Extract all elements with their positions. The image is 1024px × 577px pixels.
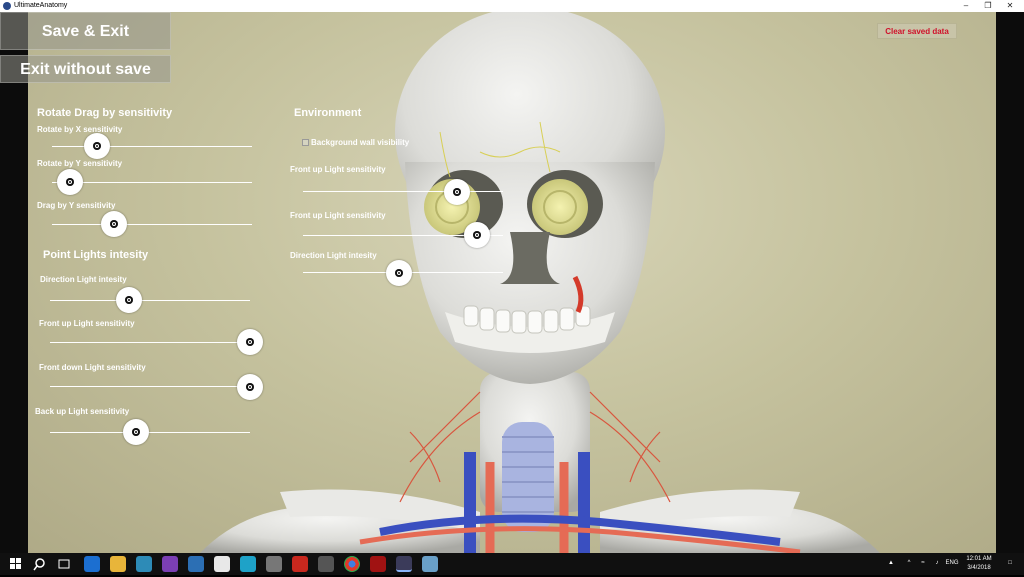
network-icon[interactable]: ▲: [886, 560, 896, 566]
drag-y-label: Drag by Y sensitivity: [37, 201, 116, 210]
mail-icon[interactable]: [318, 556, 334, 572]
pl-front-down-label: Front down Light sensitivity: [39, 363, 146, 372]
exit-without-save-button[interactable]: Exit without save: [0, 55, 171, 83]
save-exit-button[interactable]: Save & Exit: [0, 12, 171, 50]
pl-front-up-track[interactable]: [50, 342, 250, 343]
pl-back-up-slider-knob[interactable]: [123, 419, 149, 445]
tray-chevron-icon[interactable]: ^: [904, 560, 914, 566]
skull-model: [200, 12, 880, 553]
app-icon-5[interactable]: [266, 556, 282, 572]
env-front-up-2-slider-knob[interactable]: [464, 222, 490, 248]
3d-viewport[interactable]: Save & Exit Exit without save Clear save…: [0, 12, 1024, 553]
pl-direction-label: Direction Light intesity: [40, 275, 127, 284]
rotate-y-slider-knob[interactable]: [57, 169, 83, 195]
window-title: UltimateAnatomy: [14, 2, 68, 9]
clock-time[interactable]: 12:01 AM: [962, 556, 996, 562]
background-wall-label: Background wall visibility: [311, 138, 410, 147]
app-icon-6[interactable]: [422, 556, 438, 572]
env-direction-label: Direction Light intesity: [290, 251, 377, 260]
app-icon-3[interactable]: [214, 556, 230, 572]
search-icon[interactable]: [32, 556, 48, 572]
pl-front-up-label: Front up Light sensitivity: [39, 319, 135, 328]
app-icon-1[interactable]: [136, 556, 152, 572]
title-bar: UltimateAnatomy – ❐ ✕: [0, 0, 1024, 12]
wifi-icon[interactable]: ≈: [918, 560, 928, 566]
notifications-icon[interactable]: □: [1004, 560, 1016, 566]
visual-studio-icon[interactable]: [162, 556, 178, 572]
env-direction-slider-knob[interactable]: [386, 260, 412, 286]
pl-front-down-slider-knob[interactable]: [237, 374, 263, 400]
restore-icon[interactable]: ❐: [977, 0, 999, 12]
rotate-x-track[interactable]: [52, 146, 252, 147]
point-lights-heading: Point Lights intesity: [43, 249, 149, 261]
task-view-icon[interactable]: [56, 556, 72, 572]
app-icon-2[interactable]: [188, 556, 204, 572]
chrome-icon[interactable]: [344, 556, 360, 572]
taskbar: ▲ ^ ≈ ♪ ENG 12:01 AM 3/4/2018 □: [0, 553, 1024, 575]
pl-back-up-label: Back up Light sensitivity: [35, 407, 130, 416]
drag-y-slider-knob[interactable]: [101, 211, 127, 237]
env-front-up-1-track[interactable]: [303, 191, 503, 192]
pl-front-down-track[interactable]: [50, 386, 250, 387]
close-icon[interactable]: ✕: [999, 0, 1021, 12]
left-letterbox: [0, 12, 28, 553]
start-icon[interactable]: [8, 556, 24, 572]
rotate-x-label: Rotate by X sensitivity: [37, 125, 123, 134]
rotate-heading: Rotate Drag by sensitivity: [37, 107, 173, 119]
language-indicator[interactable]: ENG: [944, 560, 960, 566]
pl-direction-track[interactable]: [50, 300, 250, 301]
app-icon-4[interactable]: [240, 556, 256, 572]
drag-y-track[interactable]: [52, 224, 252, 225]
rotate-y-label: Rotate by Y sensitivity: [37, 159, 123, 168]
env-front-up-1-label: Front up Light sensitivity: [290, 165, 386, 174]
ultimate-anatomy-taskbar-icon[interactable]: [396, 556, 412, 572]
pl-back-up-track[interactable]: [50, 432, 250, 433]
minimize-icon[interactable]: –: [955, 0, 977, 12]
edge-browser-icon[interactable]: [84, 556, 100, 572]
background-wall-checkbox[interactable]: [302, 139, 309, 146]
app-window: UltimateAnatomy – ❐ ✕ Save & Exit Exit w…: [0, 0, 1024, 575]
environment-heading: Environment: [294, 107, 362, 119]
clear-saved-data-button[interactable]: Clear saved data: [877, 23, 957, 39]
clock-date[interactable]: 3/4/2018: [962, 565, 996, 571]
right-letterbox: [996, 12, 1024, 553]
rotate-x-slider-knob[interactable]: [84, 133, 110, 159]
app-icon: [3, 2, 11, 10]
pl-front-up-slider-knob[interactable]: [237, 329, 263, 355]
env-front-up-1-slider-knob[interactable]: [444, 179, 470, 205]
dota-icon[interactable]: [370, 556, 386, 572]
volume-icon[interactable]: ♪: [932, 560, 942, 566]
file-explorer-icon[interactable]: [110, 556, 126, 572]
pl-direction-slider-knob[interactable]: [116, 287, 142, 313]
filezilla-icon[interactable]: [292, 556, 308, 572]
env-front-up-2-label: Front up Light sensitivity: [290, 211, 386, 220]
